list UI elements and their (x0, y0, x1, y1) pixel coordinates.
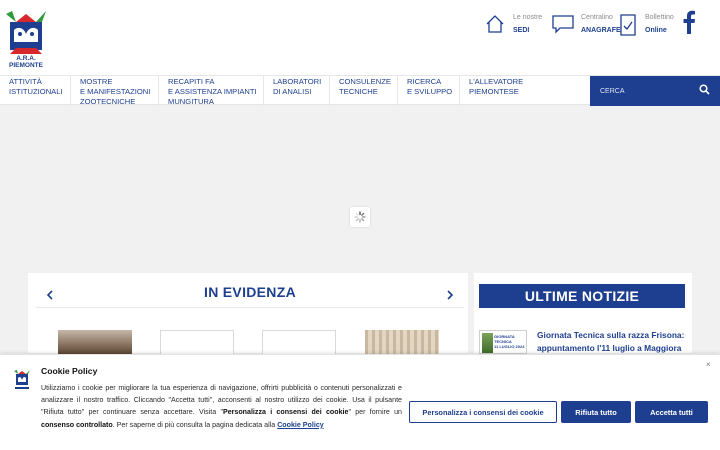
cookie-text-part: . Per saperne di più consulta la pagina … (112, 420, 278, 429)
header-sedi-top: Le nostre (513, 14, 543, 21)
header-anagrafe-top: Centralino (581, 14, 613, 21)
chat-icon (552, 15, 574, 34)
facebook-icon[interactable] (681, 10, 697, 34)
cookie-text: Utilizziamo i cookie per migliorare la t… (41, 382, 402, 431)
nav-item-label: CONSULENZE (339, 77, 391, 86)
news-item-link[interactable]: Giornata Tecnica sulla razza Frisona: ap… (537, 329, 687, 355)
evidenza-card-image[interactable] (365, 330, 439, 354)
evidenza-next-button[interactable] (440, 285, 460, 305)
nav-item-mostre[interactable]: MOSTRE E MANIFESTAZIONI ZOOTECNICHE (71, 76, 159, 106)
nav-item-label: ATTIVITÀ (9, 77, 42, 86)
nav-item-ricerca[interactable]: RICERCA E SVILUPPO (398, 76, 460, 106)
nav-item-label: E MANIFESTAZIONI (80, 87, 151, 96)
nav-item-label: E SVILUPPO (407, 87, 453, 96)
evidenza-prev-button[interactable] (40, 285, 60, 305)
news-thumbnail-text: GIORNATA TECNICA 11 LUGLIO 2024 (494, 334, 524, 349)
chevron-right-icon (447, 290, 454, 300)
main-nav: ATTIVITÀ ISTITUZIONALI MOSTRE E MANIFEST… (0, 75, 720, 106)
nav-item-label: RICERCA (407, 77, 442, 86)
close-icon[interactable]: × (706, 360, 711, 369)
logo-text: A.R.A. PIEMONTE (2, 55, 50, 69)
header-link-anagrafe[interactable]: Centralino ANAGRAFE (552, 10, 621, 40)
nav-item-label: DI ANALISI (273, 87, 312, 96)
cookie-text-bold: Personalizza i consensi dei cookie (222, 408, 349, 417)
header-bollettino-top: Bollettino (645, 14, 674, 21)
header-link-bollettino[interactable]: Bollettino Online (620, 10, 678, 40)
nav-item-allevatore[interactable]: L'ALLEVATORE PIEMONTESE (460, 76, 590, 106)
nav-item-attivita[interactable]: ATTIVITÀ ISTITUZIONALI (0, 76, 71, 106)
loading-spinner (350, 207, 370, 227)
cookie-policy-link[interactable]: Cookie Policy (277, 421, 324, 429)
nav-item-recapiti[interactable]: RECAPITI FA E ASSISTENZA IMPIANTI MUNGIT… (159, 76, 264, 106)
cookie-banner: Cookie Policy Utilizziamo i cookie per m… (0, 354, 720, 450)
nav-item-label: ISTITUZIONALI (9, 87, 63, 96)
search-input[interactable] (600, 85, 690, 97)
nav-item-label: LABORATORI (273, 77, 322, 86)
home-icon (486, 15, 504, 33)
search-icon[interactable] (699, 84, 710, 95)
evidenza-card-image[interactable] (160, 330, 234, 354)
nav-item-label: L'ALLEVATORE (469, 77, 524, 86)
news-title: ULTIME NOTIZIE (479, 284, 685, 308)
evidenza-title: IN EVIDENZA (204, 284, 296, 300)
logo-text-line1: A.R.A. (16, 55, 36, 62)
nav-item-label: PIEMONTESE (469, 87, 519, 96)
nav-item-laboratori[interactable]: LABORATORI DI ANALISI (264, 76, 330, 106)
cookie-text-part: " per fornire un (348, 408, 402, 417)
spinner-icon (354, 211, 366, 223)
cookie-accept-button[interactable]: Accetta tutti (635, 401, 708, 423)
cookie-logo-icon (14, 370, 30, 389)
site-header: A.R.A. PIEMONTE Le nostre SEDI Centralin… (0, 0, 720, 75)
header-sedi-bottom: SEDI (513, 27, 530, 34)
chevron-left-icon (46, 290, 53, 300)
nav-item-consulenze[interactable]: CONSULENZE TECNICHE (330, 76, 398, 106)
news-thumb-line3: 11 LUGLIO 2024 (494, 344, 525, 349)
nav-item-label: MUNGITURA (168, 97, 214, 106)
document-check-icon (620, 14, 636, 36)
cookie-customize-button[interactable]: Personalizza i consensi dei cookie (409, 401, 557, 423)
nav-item-label: RECAPITI FA (168, 77, 215, 86)
evidenza-card-image[interactable] (58, 330, 132, 354)
cookie-reject-button[interactable]: Rifiuta tutto (561, 401, 631, 423)
nav-item-label: TECNICHE (339, 87, 378, 96)
cookie-text-bold: consenso controllato (41, 420, 113, 429)
cookie-title: Cookie Policy (41, 366, 98, 376)
evidenza-card-image[interactable] (262, 330, 336, 354)
nav-item-label: ZOOTECNICHE (80, 97, 136, 106)
logo-emblem-icon (6, 11, 46, 54)
nav-item-label: E ASSISTENZA IMPIANTI (168, 87, 257, 96)
news-thumbnail-photo (482, 333, 493, 353)
nav-item-label: MOSTRE (80, 77, 113, 86)
news-thumbnail[interactable]: GIORNATA TECNICA 11 LUGLIO 2024 (479, 330, 527, 354)
header-link-sedi[interactable]: Le nostre SEDI (485, 10, 550, 40)
logo-text-line2: PIEMONTE (9, 62, 43, 69)
header-bollettino-bottom: Online (645, 27, 667, 34)
header-anagrafe-bottom: ANAGRAFE (581, 27, 621, 34)
